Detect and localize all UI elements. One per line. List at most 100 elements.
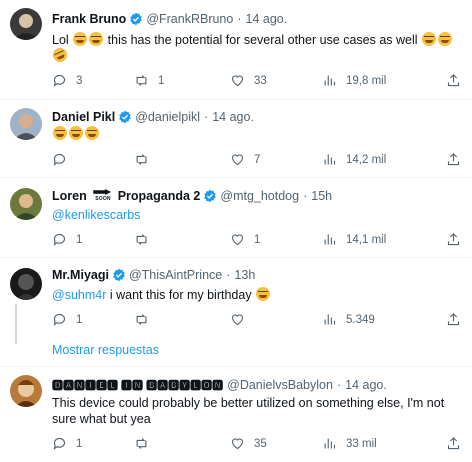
- retweet-button[interactable]: [134, 152, 158, 167]
- soon-arrow-icon: SOON: [93, 188, 112, 202]
- emoji-icon: [73, 32, 88, 46]
- reply-button[interactable]: 1: [52, 232, 82, 247]
- thread-line: [15, 304, 17, 344]
- tweet-text: Lol this has the potential for several o…: [50, 32, 462, 65]
- like-button[interactable]: 1: [230, 232, 260, 247]
- author-handle[interactable]: @danielpikl: [135, 110, 200, 124]
- share-icon: [447, 437, 460, 450]
- author-handle[interactable]: @ThisAintPrince: [129, 268, 222, 282]
- tweet-text: This device could probably be better uti…: [52, 396, 445, 426]
- reply-button[interactable]: 3: [52, 73, 82, 88]
- author-name[interactable]: 🅳🅰🅽🅸🅴🅻 🅸🅽 🅱🅰🅱🆈🅻🅾🅽: [52, 377, 223, 393]
- verified-badge-icon: [130, 12, 143, 26]
- emoji-icon: [53, 126, 67, 140]
- mention-link[interactable]: @suhm4r: [52, 288, 106, 302]
- share-icon: [447, 233, 460, 246]
- views-chart-icon: [324, 75, 336, 86]
- show-replies-link[interactable]: Mostrar respuestas: [52, 343, 159, 357]
- views-button[interactable]: 33 mil: [322, 436, 377, 451]
- author-name[interactable]: Frank Bruno: [52, 12, 126, 26]
- views-button[interactable]: 14,1 mil: [322, 232, 386, 247]
- author-handle[interactable]: @mtg_hotdog: [220, 189, 299, 203]
- views-chart-icon: [324, 234, 336, 245]
- reply-icon: [53, 233, 66, 246]
- heart-icon: [231, 75, 244, 87]
- share-button[interactable]: [446, 232, 461, 247]
- reply-icon: [53, 437, 66, 450]
- views-button[interactable]: 14,2 mil: [322, 152, 386, 167]
- like-button[interactable]: 7: [230, 152, 260, 167]
- share-button[interactable]: [446, 152, 461, 167]
- verified-badge-icon: [113, 268, 125, 282]
- mention-link[interactable]: @kenlikescarbs: [52, 208, 140, 222]
- retweet-button[interactable]: 1: [134, 73, 164, 88]
- retweet-button[interactable]: [134, 232, 158, 247]
- emoji-icon: [89, 32, 104, 46]
- share-icon: [447, 313, 460, 326]
- reply-icon: [53, 313, 66, 326]
- emoji-icon: [256, 287, 271, 301]
- share-button[interactable]: [446, 436, 461, 451]
- like-button[interactable]: [230, 312, 254, 327]
- retweet-icon: [136, 314, 147, 325]
- heart-icon: [231, 438, 244, 450]
- emoji-icon: [422, 32, 437, 46]
- retweet-icon: [136, 438, 147, 449]
- retweet-icon: [136, 154, 147, 165]
- tweet-text: @suhm4r i want this for my birthday: [52, 287, 462, 303]
- tweet[interactable]: Loren SOON Propaganda 2 @mtg_hotdog · 15…: [0, 178, 472, 258]
- emoji-icon: [85, 126, 99, 140]
- timestamp[interactable]: 14 ago.: [212, 110, 254, 124]
- emoji-icon: [438, 32, 453, 46]
- emoji-icon: [50, 45, 70, 65]
- author-name[interactable]: Loren SOON Propaganda 2: [52, 188, 200, 203]
- share-icon: [447, 74, 460, 87]
- retweet-icon: [136, 75, 147, 86]
- views-chart-icon: [324, 314, 336, 325]
- emoji-icon: [69, 126, 83, 140]
- tweet[interactable]: Daniel Pikl @danielpikl · 14 ago. 7 14,2…: [0, 100, 472, 178]
- heart-icon: [231, 314, 244, 326]
- retweet-button[interactable]: [134, 312, 158, 327]
- share-button[interactable]: [446, 73, 461, 88]
- verified-badge-icon: [204, 189, 217, 202]
- avatar[interactable]: [10, 375, 42, 407]
- tweet-text: [52, 126, 462, 142]
- author-handle[interactable]: @DanielvsBabylon: [227, 378, 333, 392]
- separator: ·: [237, 12, 242, 26]
- like-button[interactable]: 35: [230, 436, 267, 451]
- author-handle[interactable]: @FrankRBruno: [146, 12, 233, 26]
- reply-button[interactable]: [52, 152, 76, 167]
- reply-button[interactable]: 1: [52, 312, 82, 327]
- avatar[interactable]: [10, 108, 42, 140]
- separator: ·: [204, 110, 209, 124]
- retweet-button[interactable]: [134, 436, 158, 451]
- reply-button[interactable]: 1: [52, 436, 82, 451]
- share-button[interactable]: [446, 312, 461, 327]
- avatar[interactable]: [10, 188, 42, 220]
- author-name[interactable]: Daniel Pikl: [52, 110, 115, 124]
- timestamp[interactable]: 13h: [234, 268, 255, 282]
- views-chart-icon: [324, 154, 336, 165]
- views-button[interactable]: 19,8 mil: [322, 73, 386, 88]
- heart-icon: [231, 234, 244, 246]
- views-button[interactable]: 5.349: [322, 312, 375, 327]
- like-button[interactable]: 33: [230, 73, 267, 88]
- tweet[interactable]: Frank Bruno @FrankRBruno · 14 ago. Lol t…: [0, 0, 472, 100]
- reply-icon: [53, 74, 66, 87]
- author-name[interactable]: Mr.Miyagi: [52, 268, 109, 282]
- verified-badge-icon: [119, 110, 132, 124]
- timestamp[interactable]: 14 ago.: [345, 378, 387, 392]
- tweet-text: @kenlikescarbs: [52, 207, 462, 223]
- avatar[interactable]: [10, 268, 42, 300]
- avatar[interactable]: [10, 8, 42, 40]
- separator: ·: [336, 378, 342, 392]
- tweet[interactable]: 🅳🅰🅽🅸🅴🅻 🅸🅽 🅱🅰🅱🆈🅻🅾🅽 @DanielvsBabylon · 14 …: [0, 367, 472, 462]
- timestamp[interactable]: 15h: [311, 189, 332, 203]
- retweet-icon: [136, 234, 147, 245]
- views-chart-icon: [324, 438, 336, 449]
- reply-icon: [53, 153, 66, 166]
- share-icon: [447, 153, 460, 166]
- heart-icon: [231, 154, 244, 166]
- timestamp[interactable]: 14 ago.: [246, 12, 288, 26]
